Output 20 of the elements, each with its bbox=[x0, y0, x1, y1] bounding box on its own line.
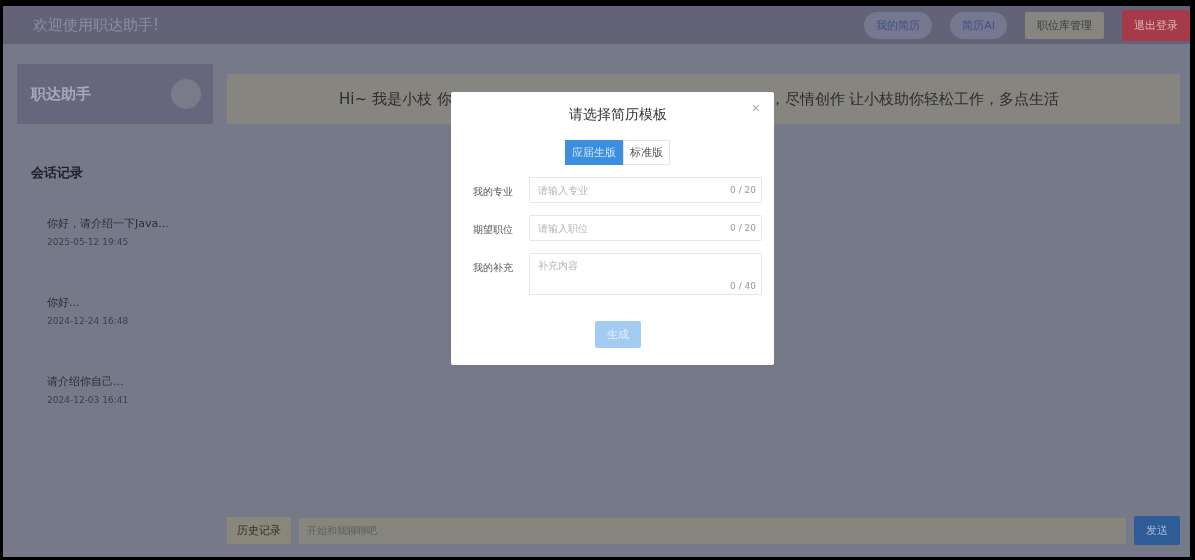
field-label: 我的补充 bbox=[473, 261, 514, 275]
template-tab[interactable]: 标准版 bbox=[623, 140, 670, 165]
history-title: 会话记录 bbox=[31, 164, 84, 182]
character-count: 0 / 40 bbox=[730, 281, 756, 291]
close-button[interactable]: × bbox=[749, 100, 762, 116]
logo-text: 职达助手 bbox=[31, 84, 91, 104]
nav-button[interactable]: 职位库管理 bbox=[1025, 11, 1104, 39]
field-label: 期望职位 bbox=[473, 223, 514, 237]
character-count: 0 / 20 bbox=[730, 223, 756, 233]
dialog-title: 请选择简历模板 bbox=[568, 106, 667, 124]
history-button[interactable]: 历史记录 bbox=[227, 517, 291, 544]
template-tab[interactable]: 应届生版 bbox=[565, 140, 623, 165]
field-label: 我的专业 bbox=[473, 185, 514, 199]
session-item[interactable]: 请介绍你自己... 2024-12-03 16:41 bbox=[47, 374, 187, 405]
greeting-text: Hi~ 我是小枝 你 bbox=[339, 89, 452, 109]
greeting-text: ，尽情创作 让小枝助你轻松工作，多点生活 bbox=[769, 89, 1060, 109]
character-count: 0 / 20 bbox=[730, 185, 756, 195]
session-item[interactable]: 你好... 2024-12-24 16:48 bbox=[47, 295, 187, 326]
nav-button[interactable]: 退出登录 bbox=[1122, 9, 1190, 41]
send-button[interactable]: 发送 bbox=[1134, 516, 1180, 545]
